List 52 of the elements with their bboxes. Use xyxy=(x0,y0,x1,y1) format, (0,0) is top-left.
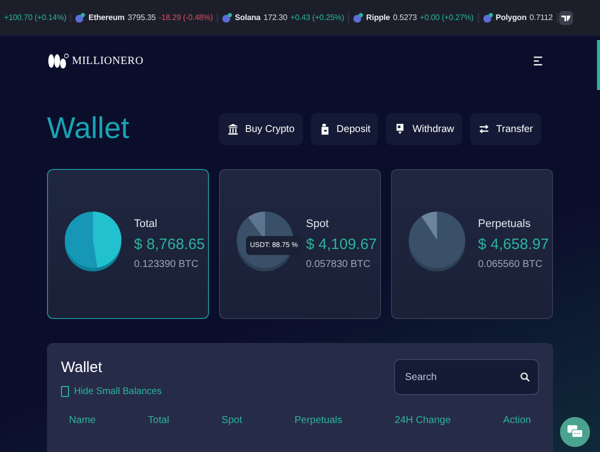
search-icon xyxy=(520,372,530,382)
coin-icon xyxy=(75,12,86,22)
coin-icon xyxy=(222,12,232,22)
action-button[interactable]: Deposit xyxy=(310,113,378,145)
price-change: +0.00 (+0.27%) xyxy=(420,13,474,22)
wallet-icon xyxy=(318,123,331,135)
card-amount: $ 8,768.65 xyxy=(134,236,205,253)
card-label: Perpetuals xyxy=(478,218,532,230)
column-header: Name xyxy=(69,415,96,426)
menu-icon[interactable] xyxy=(533,56,543,66)
action-button[interactable]: Buy Crypto xyxy=(219,113,303,145)
price-change: -18.29 (-0.48%) xyxy=(158,13,213,22)
column-header: 24H Change xyxy=(394,415,451,426)
coin-price: 0.7112 xyxy=(529,13,553,22)
page-title: Wallet xyxy=(47,112,130,146)
coin-name[interactable]: Solana xyxy=(234,13,261,22)
balance-card[interactable]: Perpetuals $ 4,658.97 0.065560 BTC xyxy=(391,169,553,319)
card-label: Spot xyxy=(306,218,330,230)
chart-logo-icon xyxy=(558,10,573,24)
price-change: +100.70 (+0.14%) xyxy=(4,13,66,22)
price-change: +0.43 (+0.25%) xyxy=(290,13,344,22)
search-input[interactable]: Search xyxy=(403,370,520,384)
card-btc-amount: 0.123390 BTC xyxy=(134,259,200,270)
column-header: Total xyxy=(148,415,170,426)
card-amount: $ 4,658.97 xyxy=(478,236,549,253)
transfer-icon xyxy=(478,123,490,135)
panel-title: Wallet xyxy=(61,359,104,376)
balance-card[interactable]: Total $ 8,768.65 0.123390 BTC xyxy=(47,169,209,319)
coin-name[interactable]: Ripple xyxy=(366,13,390,22)
coin-name[interactable]: Polygon xyxy=(496,13,526,22)
card-icon xyxy=(394,123,406,135)
checkbox[interactable] xyxy=(61,386,69,397)
action-button[interactable]: Withdraw xyxy=(386,113,462,145)
coin-price: 172.30 xyxy=(264,13,288,22)
scrollbar[interactable] xyxy=(597,40,600,90)
logo-icon xyxy=(47,52,69,70)
logo-text[interactable]: MILLIONERO xyxy=(72,55,144,67)
card-amount: $ 4,109.67 xyxy=(306,236,377,253)
search-field[interactable]: Search xyxy=(394,359,539,395)
action-button[interactable]: Transfer xyxy=(470,113,541,145)
column-header: Perpetuals xyxy=(294,415,342,426)
coin-icon xyxy=(482,12,493,22)
coin-price: 3795.35 xyxy=(128,13,156,22)
column-header: Action xyxy=(503,415,531,426)
card-btc-amount: 0.057830 BTC xyxy=(306,259,372,270)
coin-price: 0.5273 xyxy=(393,13,417,22)
coin-icon xyxy=(353,12,364,22)
bank-icon xyxy=(227,123,240,135)
card-btc-amount: 0.065560 BTC xyxy=(478,259,544,270)
column-header: Spot xyxy=(222,415,242,426)
card-label: Total xyxy=(134,218,158,230)
coin-name[interactable]: Ethereum xyxy=(88,13,125,22)
